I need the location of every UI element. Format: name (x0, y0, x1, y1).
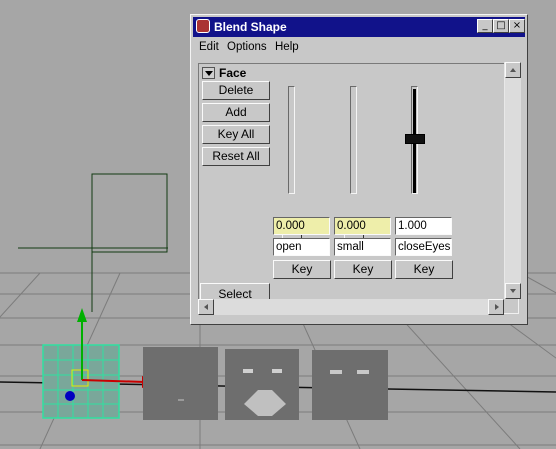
weight-field-open[interactable]: 0.000 (273, 217, 330, 235)
menu-options[interactable]: Options (227, 41, 267, 53)
maximize-button[interactable]: □ (493, 19, 509, 33)
scroll-down-arrow-icon[interactable] (505, 283, 521, 299)
slider-handle-closeEyes[interactable] (405, 134, 425, 144)
menu-edit[interactable]: Edit (199, 41, 219, 53)
scroll-left-arrow-icon[interactable] (198, 299, 214, 315)
scroll-up-arrow-icon[interactable] (505, 62, 521, 78)
target-name-small[interactable]: small (334, 238, 391, 256)
close-button[interactable]: × (509, 19, 525, 33)
delete-button[interactable]: Delete (202, 81, 270, 100)
blend-target-small (225, 349, 299, 420)
add-button[interactable]: Add (202, 103, 270, 122)
key-all-button[interactable]: Key All (202, 125, 270, 144)
target-name-open[interactable]: open (273, 238, 330, 256)
blend-target-closeEyes (312, 350, 388, 420)
weight-field-small[interactable]: 0.000 (334, 217, 391, 235)
target-name-closeEyes[interactable]: closeEyes (395, 238, 452, 256)
frame-title: Face (219, 66, 247, 80)
weight-field-closeEyes[interactable]: 1.000 (395, 217, 452, 235)
maya-app-icon[interactable] (196, 19, 210, 33)
weight-slider-open[interactable] (288, 86, 295, 194)
blend-target-open (143, 347, 218, 420)
weight-slider-small[interactable] (350, 86, 357, 194)
key-button-closeEyes[interactable]: Key (395, 260, 453, 279)
horizontal-scrollbar[interactable] (198, 299, 504, 315)
camera-crosshair (18, 173, 168, 312)
collapse-arrow-icon[interactable] (202, 67, 215, 79)
scroll-right-arrow-icon[interactable] (488, 299, 504, 315)
minimize-button[interactable]: _ (477, 19, 493, 33)
window-title: Blend Shape (214, 20, 287, 34)
key-button-open[interactable]: Key (273, 260, 331, 279)
title-bar[interactable]: Blend Shape _ □ × (193, 17, 525, 37)
key-button-small[interactable]: Key (334, 260, 392, 279)
vertical-scrollbar[interactable] (504, 62, 521, 299)
menu-help[interactable]: Help (275, 41, 299, 53)
blend-shape-panel: Face Delete Add Key All Reset All 0.000 … (198, 63, 519, 314)
blend-shape-window[interactable]: Blend Shape _ □ × Edit Options Help Face… (190, 14, 528, 325)
reset-all-button[interactable]: Reset All (202, 147, 270, 166)
